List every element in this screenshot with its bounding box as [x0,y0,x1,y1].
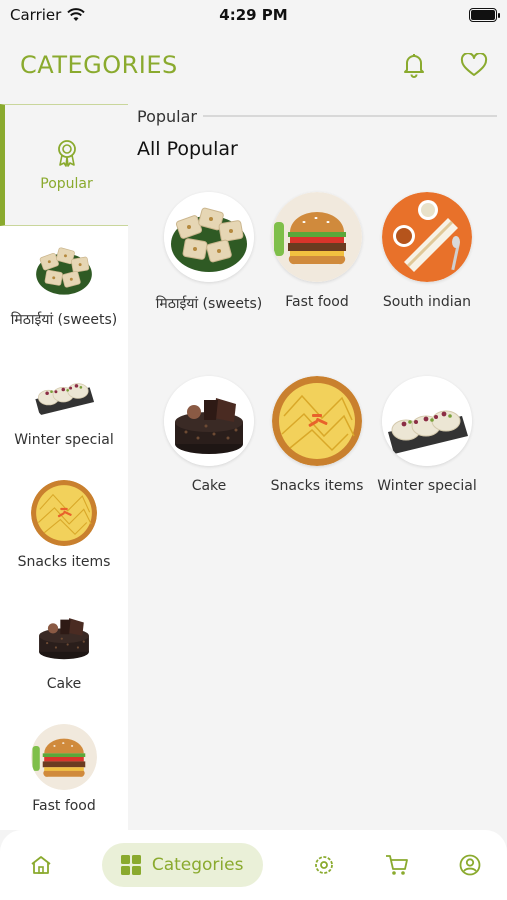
category-card-winter-special[interactable]: Winter special [371,376,483,494]
heart-icon[interactable] [459,50,489,80]
category-card-fast-food[interactable]: Fast food [261,192,373,310]
nav-categories-label: Categories [151,855,244,875]
category-card-cake[interactable]: Cake [153,376,265,494]
sweets-thumbnail [164,192,254,282]
sweets-thumbnail [31,236,97,302]
category-card-south-indian[interactable]: South indian [371,192,483,310]
category-label: Fast food [285,294,349,310]
cart-icon[interactable] [385,854,409,876]
category-label: मिठाईयां (sweets) [155,296,263,312]
page-title: CATEGORIES [20,51,178,79]
sidebar-item-winter-special[interactable]: Winter special [0,348,128,470]
sidebar-item-popular[interactable]: Popular [0,104,128,226]
grid-icon [120,855,141,875]
header-actions [399,50,489,80]
header: CATEGORIES [0,30,507,100]
sidebar-item-label: Cake [46,676,82,692]
winter-special-thumbnail [31,358,97,424]
section-divider [203,115,497,117]
bell-icon[interactable] [399,50,429,80]
fast-food-thumbnail [31,724,97,790]
winter-special-thumbnail [382,376,472,466]
badge-icon [57,140,76,167]
category-sidebar: Popular मिठाईयां (sweets) Winter special… [0,104,128,830]
carrier-label: Carrier [10,6,62,24]
main-content: Popular All Popular मिठाईयां (sweets) Fa… [128,104,507,830]
bottom-nav: Categories [0,830,507,900]
sidebar-item-sweets[interactable]: मिठाईयां (sweets) [0,226,128,348]
sidebar-item-fast-food[interactable]: Fast food [0,714,128,830]
category-label: Winter special [377,478,477,494]
cake-thumbnail [164,376,254,466]
home-icon[interactable] [30,855,52,875]
settings-icon[interactable] [313,854,335,876]
nav-categories-button[interactable]: Categories [101,843,264,887]
snacks-thumbnail [272,376,362,466]
category-card-sweets[interactable]: मिठाईयां (sweets) [153,192,265,313]
category-card-snacks[interactable]: Snacks items [261,376,373,494]
wifi-icon [67,8,86,21]
south-indian-thumbnail [382,192,472,282]
sidebar-item-label: Snacks items [17,554,111,570]
sidebar-item-label: Winter special [14,432,114,448]
category-label: South indian [382,294,472,310]
status-left: Carrier [10,6,86,24]
status-bar: Carrier 4:29 PM [0,0,507,30]
sidebar-item-label: Popular [40,176,93,192]
fast-food-thumbnail [272,192,362,282]
sidebar-item-cake[interactable]: Cake [0,592,128,714]
sidebar-item-snacks[interactable]: Snacks items [0,470,128,592]
category-label: Snacks items [270,478,364,494]
snacks-thumbnail [31,480,97,546]
section-label: Popular [137,106,197,126]
battery-icon [469,8,500,22]
section-title: All Popular [137,138,238,160]
section-header: Popular [137,104,497,128]
sidebar-item-label: Fast food [32,798,96,814]
cake-thumbnail [31,602,97,668]
sidebar-item-label: मिठाईयां (sweets) [10,312,118,328]
category-label: Cake [191,478,227,494]
profile-icon[interactable] [459,854,481,876]
